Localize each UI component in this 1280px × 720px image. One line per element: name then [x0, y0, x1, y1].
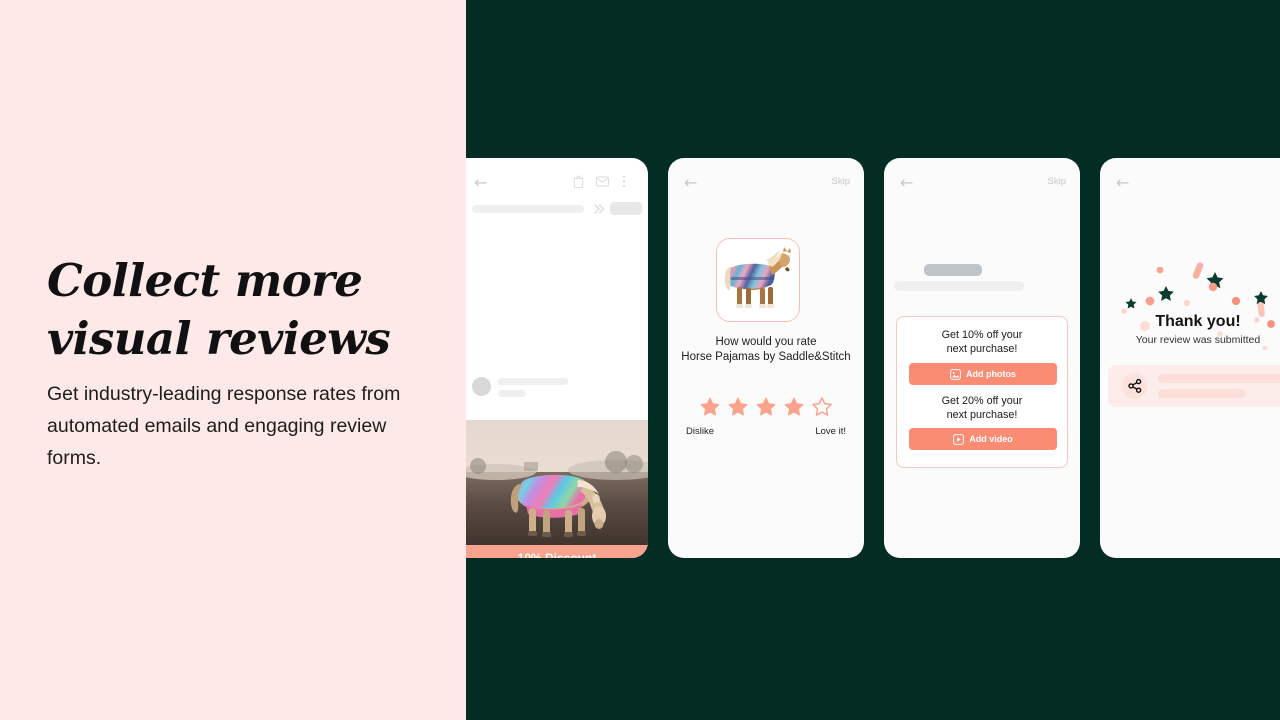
star-filled-icon[interactable] [699, 396, 721, 418]
back-arrow-icon[interactable]: ← [474, 175, 487, 191]
rating-question-line-1: How would you rate [715, 336, 817, 348]
star-empty-icon[interactable] [811, 396, 833, 418]
offer-1-line-1: Get 10% off your [941, 329, 1023, 341]
offer-2-text: Get 20% off your next purchase! [897, 394, 1067, 422]
offer-1-text: Get 10% off your next purchase! [897, 328, 1067, 356]
play-video-icon [953, 433, 965, 445]
rating-low-label: Dislike [686, 426, 714, 437]
email-toolbar: ← [466, 158, 648, 196]
hero-text-panel: Collect more visual reviews Get industry… [0, 0, 466, 720]
title-placeholder [924, 264, 982, 276]
offers-card: Get 10% off your next purchase! Add phot… [896, 316, 1068, 468]
star-rating[interactable] [668, 396, 864, 418]
subtitle-placeholder [894, 281, 1024, 291]
image-icon [950, 368, 961, 380]
sender-meta-placeholder [498, 390, 526, 397]
back-arrow-icon[interactable]: ← [684, 175, 697, 191]
add-video-label: Add video [969, 434, 1013, 444]
label-chip-placeholder [610, 202, 642, 215]
rating-question-line-2: Horse Pajamas by Saddle&Stitch [681, 351, 851, 363]
phone-mockup-media-upload: ← Skip Get 10% off your next purchase! A… [884, 158, 1080, 558]
offer-1-line-2: next purchase! [946, 343, 1018, 355]
thank-you-title: Thank you! [1155, 313, 1241, 330]
more-vertical-icon[interactable] [622, 175, 626, 188]
page-title: Collect more visual reviews [47, 252, 427, 368]
avatar [472, 377, 491, 396]
email-hero-photo [466, 420, 648, 545]
share-line-placeholder [1158, 389, 1246, 398]
trash-icon[interactable] [573, 175, 584, 188]
subject-placeholder [472, 205, 584, 213]
share-icon-wrapper [1122, 373, 1148, 399]
star-filled-icon[interactable] [755, 396, 777, 418]
rating-high-label: Love it! [815, 426, 846, 437]
add-photos-button[interactable]: Add photos [909, 363, 1057, 385]
headline-line-1: Collect more [47, 254, 363, 307]
forward-chevron-icon [594, 204, 605, 214]
discount-banner-line-1: 10% Discount [517, 551, 597, 558]
add-photos-label: Add photos [966, 369, 1016, 379]
phone-mockup-thank-you: ← Thank you! Your review was submitted [1100, 158, 1280, 558]
back-arrow-icon[interactable]: ← [900, 175, 913, 191]
phone-mockup-rating: ← Skip How would you rate Horse Pajamas … [668, 158, 864, 558]
star-filled-icon[interactable] [783, 396, 805, 418]
share-icon [1128, 379, 1142, 393]
promo-banner: Collect more visual reviews Get industry… [0, 0, 1280, 720]
skip-button[interactable]: Skip [832, 176, 850, 187]
skip-button[interactable]: Skip [1048, 176, 1066, 187]
offer-2-line-1: Get 20% off your [941, 395, 1023, 407]
back-arrow-icon[interactable]: ← [1116, 175, 1129, 191]
offer-2-line-2: next purchase! [946, 409, 1018, 421]
share-line-placeholder [1158, 374, 1280, 383]
add-video-button[interactable]: Add video [909, 428, 1057, 450]
product-thumbnail [716, 238, 800, 322]
sender-name-placeholder [498, 378, 568, 385]
star-filled-icon[interactable] [727, 396, 749, 418]
discount-banner: 10% Discount for Photo Review [466, 545, 648, 558]
phone-mockup-email: ← 10% Discount [466, 158, 648, 558]
hero-subheadline: Get industry-leading response rates from… [47, 383, 401, 469]
headline-line-2: visual reviews [47, 312, 391, 365]
thank-you-subtitle: Your review was submitted [1135, 334, 1261, 346]
envelope-icon[interactable] [596, 176, 609, 187]
share-card[interactable] [1108, 365, 1280, 407]
